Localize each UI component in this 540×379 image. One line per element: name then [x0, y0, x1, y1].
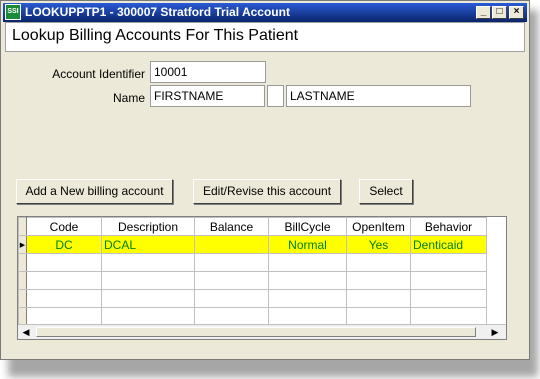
minimize-button[interactable]: _ — [476, 6, 491, 19]
first-name-field[interactable]: FIRSTNAME — [150, 85, 265, 107]
app-icon[interactable]: SSI — [5, 4, 21, 20]
header-panel: Lookup Billing Accounts For This Patient — [5, 22, 525, 52]
empty-row[interactable] — [18, 253, 487, 272]
empty-row[interactable] — [18, 307, 487, 326]
grid-header-row: Code Description Balance BillCycle OpenI… — [18, 217, 487, 236]
name-label: Name — [112, 91, 145, 105]
empty-row[interactable] — [18, 289, 487, 308]
column-header-openitem[interactable]: OpenItem — [346, 217, 411, 236]
cell-code[interactable]: DC — [26, 235, 102, 254]
title-bar[interactable]: SSI LOOKUPPTP1 - 300007 Stratford Trial … — [3, 3, 527, 22]
cell-balance[interactable] — [194, 235, 269, 254]
scroll-thumb[interactable] — [36, 327, 476, 337]
accounts-table: Code Description Balance BillCycle OpenI… — [18, 217, 487, 339]
cell-billcycle[interactable]: Normal — [268, 235, 347, 254]
middle-initial-field[interactable] — [267, 85, 284, 107]
last-name-field[interactable]: LASTNAME — [286, 85, 471, 107]
column-header-code[interactable]: Code — [26, 217, 102, 236]
table-row[interactable]: ▶ DC DCAL Normal Yes Denticaid — [18, 235, 487, 254]
column-header-behavior[interactable]: Behavior — [410, 217, 487, 236]
cell-behavior[interactable]: Denticaid — [410, 235, 487, 254]
account-identifier-label: Account Identifier — [52, 67, 145, 81]
scroll-right-icon[interactable]: ▶ — [488, 325, 502, 339]
empty-row[interactable] — [18, 271, 487, 290]
close-button[interactable]: × — [509, 6, 524, 19]
row-indicator-header — [18, 217, 27, 236]
scroll-left-icon[interactable]: ◀ — [19, 325, 33, 339]
lookup-window: SSI LOOKUPPTP1 - 300007 Stratford Trial … — [0, 0, 530, 360]
window-title: LOOKUPPTP1 - 300007 Stratford Trial Acco… — [25, 5, 290, 19]
cell-description[interactable]: DCAL — [101, 235, 195, 254]
select-button[interactable]: Select — [359, 179, 413, 204]
horizontal-scrollbar[interactable]: ◀ ▶ — [18, 324, 506, 339]
column-header-description[interactable]: Description — [101, 217, 195, 236]
account-identifier-field[interactable]: 10001 — [150, 61, 266, 83]
row-pointer-icon: ▶ — [18, 235, 27, 254]
accounts-grid[interactable]: Code Description Balance BillCycle OpenI… — [17, 216, 507, 340]
cell-openitem[interactable]: Yes — [346, 235, 411, 254]
column-header-billcycle[interactable]: BillCycle — [268, 217, 347, 236]
add-account-button[interactable]: Add a New billing account — [16, 179, 173, 204]
maximize-button[interactable]: □ — [492, 6, 507, 19]
page-title: Lookup Billing Accounts For This Patient — [12, 27, 299, 44]
column-header-balance[interactable]: Balance — [194, 217, 269, 236]
edit-account-button[interactable]: Edit/Revise this account — [193, 179, 341, 204]
